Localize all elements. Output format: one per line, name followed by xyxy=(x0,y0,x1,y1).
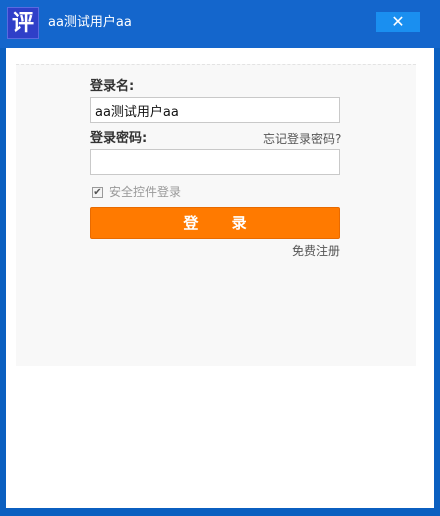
secure-control-label: 安全控件登录 xyxy=(109,185,182,199)
login-button[interactable]: 登 录 xyxy=(90,207,340,239)
username-label: 登录名: xyxy=(90,79,135,94)
login-window: 评 aa测试用户aa ✕ 登录名: 登录密码: 忘记登录密码? ✔ 安全控件登录… xyxy=(0,0,440,516)
register-link[interactable]: 免费注册 xyxy=(292,243,340,259)
password-input[interactable] xyxy=(90,149,340,175)
app-logo-icon: 评 xyxy=(7,7,39,39)
close-button[interactable]: ✕ xyxy=(376,12,420,32)
username-input[interactable] xyxy=(90,97,340,123)
secure-control-checkbox[interactable]: ✔ xyxy=(92,187,103,198)
login-panel: 登录名: 登录密码: 忘记登录密码? ✔ 安全控件登录 登 录 免费注册 xyxy=(16,64,416,366)
window-client-area: 登录名: 登录密码: 忘记登录密码? ✔ 安全控件登录 登 录 免费注册 xyxy=(6,48,434,508)
title-bar[interactable]: 评 aa测试用户aa ✕ xyxy=(0,0,440,48)
forgot-password-link[interactable]: 忘记登录密码? xyxy=(263,131,341,147)
password-label: 登录密码: xyxy=(90,131,148,146)
window-title: aa测试用户aa xyxy=(48,15,132,30)
close-icon: ✕ xyxy=(391,12,405,31)
